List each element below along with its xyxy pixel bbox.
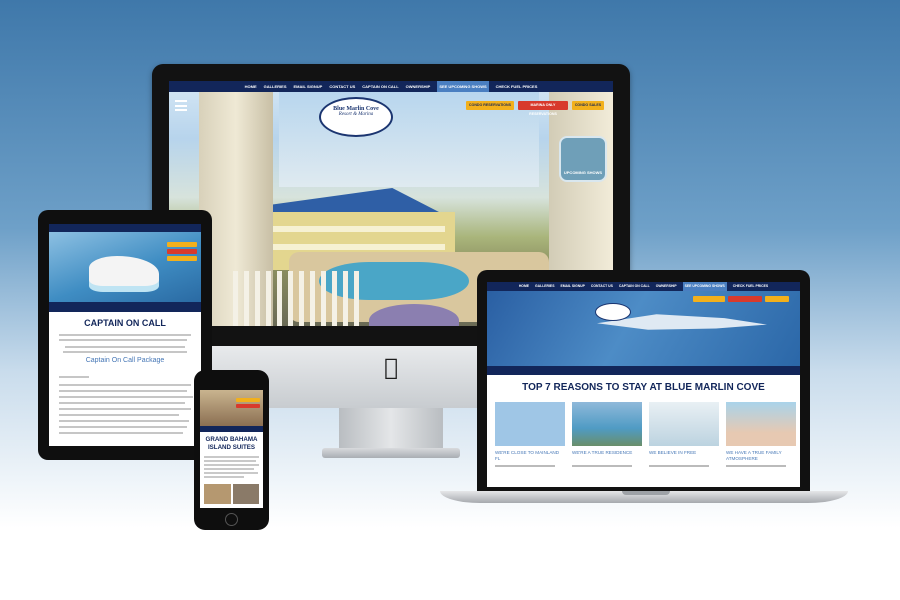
marina-reservations-button[interactable]	[167, 249, 197, 254]
apple-logo-icon: 	[378, 354, 404, 382]
reason-card-image	[572, 402, 642, 446]
page-subtitle: Captain On Call Package	[85, 357, 165, 364]
gallery-thumbnail[interactable]	[204, 484, 231, 504]
site-logo[interactable]: Blue Marlin Cove Resort & Marina	[319, 97, 393, 137]
condo-sales-button[interactable]: CONDO SALES	[572, 101, 604, 110]
condo-reservations-button[interactable]	[167, 242, 197, 247]
body-text-line	[204, 464, 259, 466]
nav-item[interactable]: HOME	[519, 282, 529, 291]
tablet-hero-image	[49, 232, 201, 302]
tablet-device: CAPTAIN ON CALL Captain On Call Package	[38, 210, 212, 460]
reason-card[interactable]: WE BELIEVE IN FREE	[649, 402, 719, 467]
condo-reservations-button[interactable]	[236, 398, 260, 402]
body-text-line	[65, 346, 185, 348]
nav-item[interactable]: OWNERSHIP	[656, 282, 677, 291]
reasons-heading: TOP 7 REASONS TO STAY AT BLUE MARLIN COV…	[522, 382, 765, 393]
laptop-notch	[622, 491, 670, 495]
nav-item[interactable]: CAPTAIN ON CALL	[619, 282, 650, 291]
marina-reservations-button[interactable]	[728, 296, 762, 302]
condo-sales-button[interactable]	[167, 256, 197, 261]
nav-item[interactable]: EMAIL SIGNUP	[560, 282, 584, 291]
reason-card-text	[726, 465, 786, 467]
marina-reservations-button[interactable]	[236, 404, 260, 408]
body-text-line	[59, 426, 187, 428]
tablet-subnav	[49, 302, 201, 312]
reason-card-image	[726, 402, 796, 446]
gallery-thumbnail[interactable]	[233, 484, 259, 504]
tablet-screen: CAPTAIN ON CALL Captain On Call Package	[49, 224, 201, 446]
body-text-line	[204, 476, 244, 478]
nav-item[interactable]: CONTACT US	[329, 81, 355, 92]
nav-item[interactable]: CAPTAIN ON CALL	[362, 81, 398, 92]
nav-item[interactable]: OWNERSHIP	[406, 81, 431, 92]
reason-card-text	[649, 465, 709, 467]
laptop-nav: HOME GALLERIES EMAIL SIGNUP CONTACT US C…	[487, 282, 800, 291]
marina-reservations-button[interactable]: MARINA ONLY RESERVATIONS	[518, 101, 568, 116]
nav-item[interactable]: CHECK FUEL PRICES	[496, 81, 538, 92]
body-text-line	[204, 460, 256, 462]
desktop-nav: HOME GALLERIES EMAIL SIGNUP CONTACT US C…	[169, 81, 613, 92]
body-text-line	[204, 456, 259, 458]
body-text-line	[59, 390, 187, 392]
body-text-line	[59, 432, 183, 434]
body-text-line	[59, 384, 191, 386]
reason-card[interactable]: WE HAVE A TRUE FAMILY ATMOSPHERE	[726, 402, 796, 467]
reason-card-image	[649, 402, 719, 446]
tablet-nav	[49, 224, 201, 232]
reason-card-title: WE'RE A TRUE RESIDENCE	[572, 450, 633, 455]
body-text-line	[59, 420, 189, 422]
nav-item[interactable]: GALLERIES	[535, 282, 554, 291]
hero-railing	[233, 271, 363, 326]
reason-card-text	[572, 465, 632, 467]
phone-screen: GRAND BAHAMA ISLAND SUITES	[200, 390, 263, 508]
page-title: CAPTAIN ON CALL	[84, 318, 166, 328]
nav-item[interactable]: CONTACT US	[591, 282, 613, 291]
nav-item[interactable]: GALLERIES	[264, 81, 287, 92]
body-text-line	[59, 414, 179, 416]
body-text-line	[63, 351, 187, 353]
hero-balcony-row	[265, 226, 445, 232]
upcoming-shows-badge[interactable]: UPCOMING SHOWS	[559, 136, 607, 182]
condo-reservations-button[interactable]: CONDO RESERVATIONS	[466, 101, 514, 110]
nav-item[interactable]: HOME	[245, 81, 257, 92]
body-text-line	[59, 408, 191, 410]
home-button-icon[interactable]	[225, 513, 238, 526]
body-text-line	[59, 376, 89, 378]
laptop-device: HOME GALLERIES EMAIL SIGNUP CONTACT US C…	[477, 270, 810, 492]
nav-item-active[interactable]: SEE UPCOMING SHOWS	[437, 81, 489, 92]
reason-card-title: WE HAVE A TRUE FAMILY ATMOSPHERE	[726, 450, 782, 461]
reason-card[interactable]: WE'RE A TRUE RESIDENCE	[572, 402, 642, 467]
condo-reservations-button[interactable]	[693, 296, 725, 302]
phone-device: GRAND BAHAMA ISLAND SUITES	[194, 370, 269, 530]
nav-item[interactable]: EMAIL SIGNUP	[294, 81, 323, 92]
body-text-line	[204, 468, 254, 470]
body-text-line	[59, 339, 187, 341]
reason-card[interactable]: WE'RE CLOSE TO MAINLAND FL	[495, 402, 565, 467]
reason-card-title: WE'RE CLOSE TO MAINLAND FL	[495, 450, 560, 461]
nav-item-active[interactable]: SEE UPCOMING SHOWS	[682, 282, 727, 291]
boat-image	[89, 256, 159, 286]
nav-item[interactable]: CHECK FUEL PRICES	[733, 282, 768, 291]
menu-icon[interactable]	[175, 100, 187, 111]
body-text-line	[59, 402, 185, 404]
condo-sales-button[interactable]	[765, 296, 789, 302]
hero-balcony-row	[265, 244, 445, 250]
reason-card-text	[495, 465, 555, 467]
imac-stand-base	[322, 448, 460, 458]
logo-subtitle: Resort & Marina	[338, 112, 374, 117]
page-title: GRAND BAHAMA ISLAND SUITES	[205, 436, 258, 451]
laptop-site-logo[interactable]	[595, 303, 631, 321]
phone-hero-image	[200, 390, 263, 426]
laptop-screen: HOME GALLERIES EMAIL SIGNUP CONTACT US C…	[487, 282, 800, 487]
body-text-line	[59, 334, 191, 336]
body-text-line	[204, 472, 258, 474]
reason-card-image	[495, 402, 565, 446]
reason-card-title: WE BELIEVE IN FREE	[649, 450, 697, 455]
body-text-line	[59, 396, 193, 398]
laptop-hero-image	[487, 291, 800, 366]
laptop-subnav	[487, 366, 800, 375]
phone-subnav	[200, 426, 263, 432]
